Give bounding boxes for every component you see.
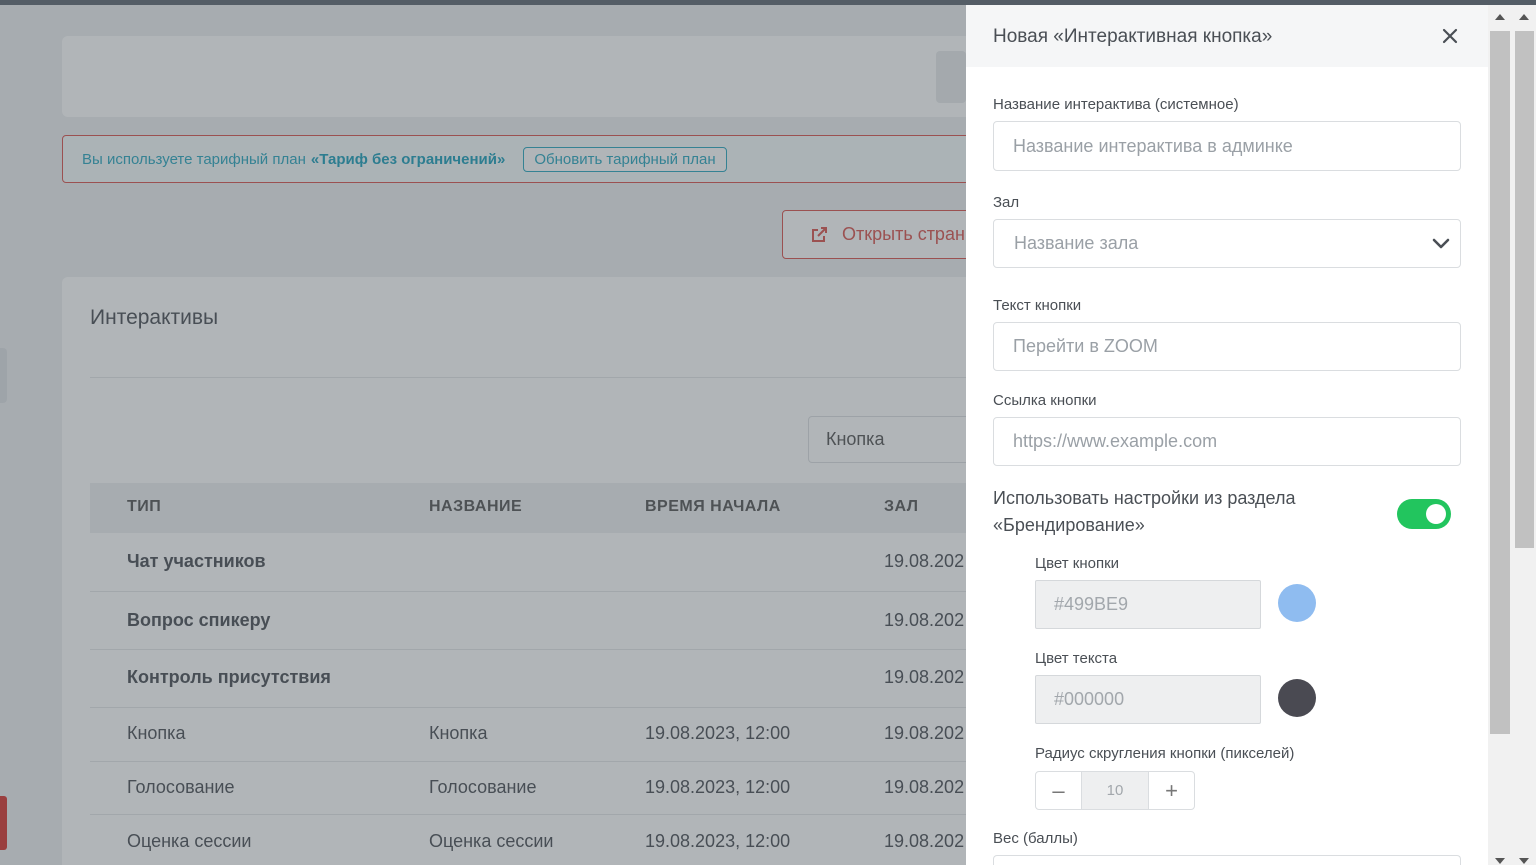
button-text-label: Текст кнопки [993,297,1082,314]
name-field[interactable] [993,121,1461,171]
radius-increment-button[interactable]: + [1149,772,1194,809]
scroll-down-arrow-icon[interactable] [1495,858,1505,864]
scroll-up-arrow-icon[interactable] [1519,14,1529,20]
text-color-label: Цвет текста [1035,650,1118,667]
button-color-label: Цвет кнопки [1035,555,1120,572]
panel-scrollbar-thumb[interactable] [1490,31,1510,734]
hall-select-placeholder: Название зала [1014,233,1139,253]
link-field[interactable] [993,417,1461,466]
scroll-down-arrow-icon[interactable] [1519,858,1529,864]
chevron-down-icon [1432,238,1450,249]
weight-label: Вес (баллы) [993,830,1078,847]
branding-toggle-label: Использовать настройки из раздела «Бренд… [993,488,1296,535]
hall-label: Зал [993,194,1020,211]
panel-title: Новая «Интерактивная кнопка» [993,26,1273,47]
button-color-field: #499BE9 [1035,580,1261,629]
modal-backdrop[interactable] [0,5,966,865]
weight-field[interactable] [993,855,1461,865]
link-label: Ссылка кнопки [993,392,1097,409]
close-icon[interactable] [1440,26,1460,46]
text-color-swatch[interactable] [1278,679,1316,717]
panel-header: Новая «Интерактивная кнопка» [966,5,1488,67]
page-scrollbar-thumb[interactable] [1515,31,1534,548]
radius-stepper: – 10 + [1035,771,1195,810]
button-color-swatch[interactable] [1278,584,1316,622]
button-text-field[interactable] [993,322,1461,371]
radius-decrement-button[interactable]: – [1036,772,1081,809]
new-interactive-button-panel: Новая «Интерактивная кнопка» Название ин… [966,5,1488,865]
radius-value[interactable]: 10 [1081,772,1149,809]
toggle-knob [1426,504,1446,524]
name-label: Название интерактива (системное) [993,96,1239,113]
scroll-up-arrow-icon[interactable] [1495,14,1505,20]
radius-label: Радиус скругления кнопки (пикселей) [1035,745,1295,762]
branding-toggle[interactable] [1397,499,1451,529]
text-color-field: #000000 [1035,675,1261,724]
button-text-input[interactable] [1013,336,1460,357]
link-input[interactable] [1013,431,1460,452]
hall-select[interactable]: Название зала [993,219,1461,268]
name-input[interactable] [1013,135,1460,157]
